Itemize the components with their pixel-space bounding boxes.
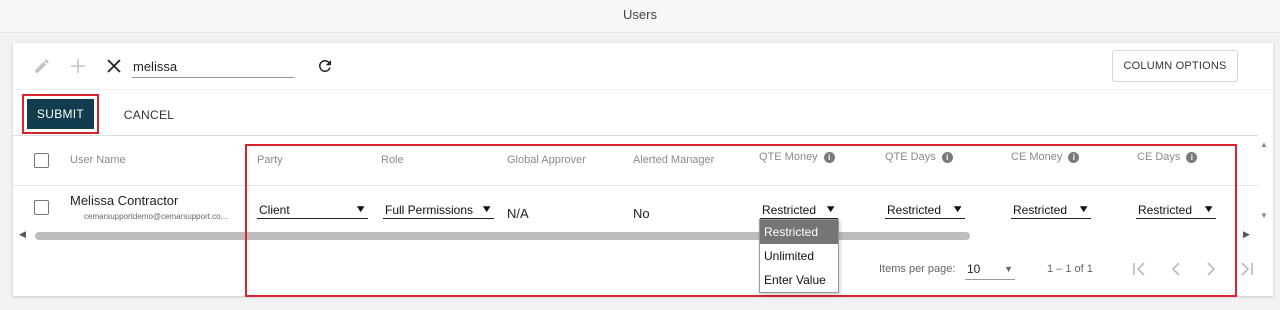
caret-down-icon: ▼ — [480, 204, 494, 215]
header-alerted-manager[interactable]: Alerted Manager — [633, 154, 714, 166]
ce-days-select-value: Restricted — [1138, 202, 1193, 217]
header-party[interactable]: Party — [257, 154, 283, 166]
alerted-manager-value: No — [633, 206, 650, 221]
user-name: Melissa Contractor — [70, 193, 179, 208]
column-options-button[interactable]: COLUMN OPTIONS — [1112, 50, 1238, 82]
page-range-label: 1 – 1 of 1 — [1047, 263, 1093, 275]
info-icon[interactable]: i — [1186, 151, 1198, 163]
last-page-icon[interactable] — [1235, 257, 1259, 281]
ce-money-select[interactable]: Restricted ▼ — [1011, 201, 1091, 219]
select-all-checkbox[interactable] — [34, 153, 49, 168]
search-input[interactable] — [132, 55, 294, 78]
action-bar: SUBMIT CANCEL — [13, 89, 1273, 135]
qte-money-dropdown: Restricted Unlimited Enter Value — [759, 219, 839, 293]
ce-days-select[interactable]: Restricted ▼ — [1136, 201, 1216, 219]
header-qte-days[interactable]: QTE Days i — [885, 151, 953, 163]
header-ce-days[interactable]: CE Days i — [1137, 151, 1198, 163]
scroll-down-arrow[interactable]: ▼ — [1260, 211, 1268, 220]
next-page-icon[interactable] — [1199, 257, 1223, 281]
party-select-value: Client — [259, 202, 290, 217]
qte-days-select[interactable]: Restricted ▼ — [885, 201, 965, 219]
close-icon[interactable] — [103, 55, 125, 77]
header-global-approver[interactable]: Global Approver — [507, 154, 586, 166]
plus-icon[interactable] — [67, 55, 89, 77]
user-email: cemarsupportdemo@cemarsupport.co... — [84, 212, 228, 221]
qte-money-select-value: Restricted — [762, 202, 817, 217]
cancel-button[interactable]: CANCEL — [114, 101, 184, 129]
toolbar: COLUMN OPTIONS — [13, 43, 1273, 89]
caret-down-icon: ▼ — [824, 204, 838, 215]
users-table: User Name Party Role Global Approver Ale… — [13, 135, 1258, 231]
header-user-name[interactable]: User Name — [70, 154, 126, 166]
table-row: Melissa Contractor cemarsupportdemo@cema… — [13, 186, 1258, 230]
horizontal-scrollbar[interactable]: ◀ ▶ — [13, 229, 1258, 241]
items-per-page-select[interactable]: 10 ▼ — [965, 258, 1015, 280]
info-icon[interactable]: i — [941, 151, 953, 163]
header-qte-money-label: QTE Money — [759, 151, 818, 163]
scroll-left-arrow[interactable]: ◀ — [19, 229, 26, 240]
caret-down-icon: ▼ — [951, 204, 965, 215]
header-ce-money[interactable]: CE Money i — [1011, 151, 1080, 163]
role-select-value: Full Permissions — [385, 202, 474, 217]
caret-down-icon: ▼ — [1077, 204, 1091, 215]
qte-money-select[interactable]: Restricted ▼ — [760, 201, 838, 219]
refresh-icon[interactable] — [314, 55, 336, 77]
pencil-icon[interactable] — [31, 55, 53, 77]
header-ce-days-label: CE Days — [1137, 151, 1181, 163]
items-per-page-label: Items per page: — [879, 263, 956, 275]
header-role[interactable]: Role — [381, 154, 404, 166]
info-icon[interactable]: i — [823, 151, 835, 163]
dropdown-option-unlimited[interactable]: Unlimited — [760, 244, 838, 268]
scroll-up-arrow[interactable]: ▲ — [1260, 140, 1268, 149]
qte-days-select-value: Restricted — [887, 202, 942, 217]
header-qte-days-label: QTE Days — [885, 151, 936, 163]
table-header: User Name Party Role Global Approver Ale… — [13, 136, 1258, 186]
header-ce-money-label: CE Money — [1011, 151, 1063, 163]
items-per-page-value: 10 — [967, 261, 981, 276]
info-icon[interactable]: i — [1068, 151, 1080, 163]
prev-page-icon[interactable] — [1164, 257, 1188, 281]
caret-down-icon: ▼ — [354, 204, 368, 215]
window-title: Users — [0, 0, 1280, 33]
header-qte-money[interactable]: QTE Money i — [759, 151, 835, 163]
role-select[interactable]: Full Permissions ▼ — [383, 201, 494, 219]
users-card: COLUMN OPTIONS SUBMIT CANCEL User Name P… — [13, 43, 1273, 296]
paginator: Items per page: 10 ▼ 1 – 1 of 1 — [13, 253, 1273, 289]
dropdown-option-restricted[interactable]: Restricted — [760, 220, 838, 244]
party-select[interactable]: Client ▼ — [257, 201, 368, 219]
dropdown-option-enter-value[interactable]: Enter Value — [760, 268, 838, 292]
caret-down-icon: ▼ — [1004, 263, 1013, 274]
first-page-icon[interactable] — [1127, 257, 1151, 281]
row-checkbox[interactable] — [34, 200, 49, 215]
submit-button[interactable]: SUBMIT — [27, 99, 94, 129]
caret-down-icon: ▼ — [1202, 204, 1216, 215]
ce-money-select-value: Restricted — [1013, 202, 1068, 217]
submit-highlight: SUBMIT — [22, 94, 99, 134]
scroll-right-arrow[interactable]: ▶ — [1243, 229, 1250, 240]
global-approver-value: N/A — [507, 206, 529, 221]
